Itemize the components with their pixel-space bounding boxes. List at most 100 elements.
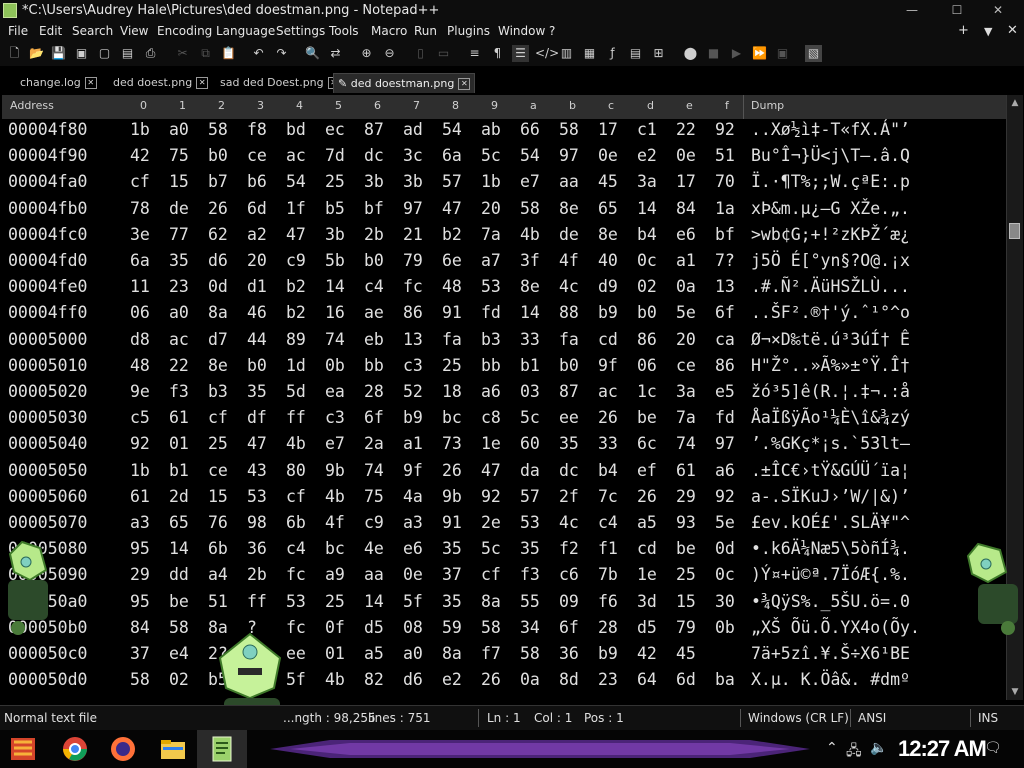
tab-ded-doestman[interactable]: ✎ ded doestman.png ✕ <box>333 73 476 93</box>
hex-byte[interactable]: 44 <box>247 330 267 349</box>
hex-byte[interactable]: b5 <box>325 199 345 218</box>
hex-byte[interactable]: 28 <box>598 618 618 637</box>
hex-byte[interactable]: 74 <box>325 330 345 349</box>
cut-icon[interactable]: ✂ <box>174 45 191 62</box>
hex-byte[interactable]: dc <box>559 461 579 480</box>
dump-text[interactable]: ..Xø½ì‡-T«fX.Á"’ <box>751 120 910 139</box>
hex-byte[interactable]: 57 <box>520 487 540 506</box>
hex-byte[interactable]: 0a <box>520 670 540 689</box>
hex-byte[interactable]: 47 <box>481 461 501 480</box>
hex-byte[interactable]: 58 <box>169 618 189 637</box>
zoom-out-icon[interactable]: ⊖ <box>381 45 398 62</box>
menu-view[interactable]: View <box>120 24 148 38</box>
dump-text[interactable]: „XŠ Õü.Õ.YX4o(Õy. <box>751 618 920 637</box>
hex-byte[interactable]: 53 <box>520 513 540 532</box>
hex-byte[interactable]: d6 <box>403 670 423 689</box>
dump-text[interactable]: ..ŠF².®†'ý.ˆ¹°^o <box>751 303 910 322</box>
play-macro-icon[interactable]: ▶ <box>728 45 745 62</box>
dump-text[interactable]: ÅaÏßÿÃo¹¼È\î&¾zý <box>751 408 910 427</box>
hex-byte[interactable]: 5e <box>715 513 735 532</box>
hex-byte[interactable]: f3 <box>169 382 189 401</box>
hex-byte[interactable]: b3 <box>208 382 228 401</box>
hex-byte[interactable]: b9 <box>598 644 618 663</box>
hex-byte[interactable]: 6d <box>247 199 267 218</box>
indent-guide-icon[interactable]: ☰ <box>512 45 529 62</box>
hex-byte[interactable]: be <box>637 408 657 427</box>
hex-byte[interactable]: 0e <box>676 146 696 165</box>
hex-byte[interactable]: 3a <box>676 382 696 401</box>
hex-byte[interactable]: 0a <box>676 277 696 296</box>
hex-byte[interactable]: 58 <box>520 644 540 663</box>
close-tab-icon[interactable]: ✕ <box>196 77 209 89</box>
menu-macro[interactable]: Macro <box>371 24 407 38</box>
hex-byte[interactable]: 14 <box>520 303 540 322</box>
hex-byte[interactable]: 3b <box>403 172 423 191</box>
hex-byte[interactable]: 35 <box>169 251 189 270</box>
hex-byte[interactable]: 14 <box>637 199 657 218</box>
hex-byte[interactable]: e6 <box>403 539 423 558</box>
hex-byte[interactable]: 5b <box>325 251 345 270</box>
hex-byte[interactable]: 53 <box>247 487 267 506</box>
hex-byte[interactable]: 0e <box>403 565 423 584</box>
menu-plugins[interactable]: Plugins <box>447 24 490 38</box>
hex-byte[interactable]: e7 <box>325 434 345 453</box>
hex-byte[interactable]: f3 <box>520 565 540 584</box>
hex-byte[interactable]: f6 <box>598 592 618 611</box>
hex-byte[interactable]: 0b <box>715 618 735 637</box>
hex-byte[interactable]: 70 <box>715 172 735 191</box>
dump-text[interactable]: )Ý¤+ü©ª.7ÏóÆ{.%. <box>751 565 910 584</box>
hex-byte[interactable]: 17 <box>598 120 618 139</box>
dump-text[interactable]: .±ÎC€›tŸ&GÚÜ´ïa¦ <box>751 461 910 480</box>
hex-byte[interactable]: 25 <box>208 434 228 453</box>
hex-byte[interactable]: 0c <box>637 251 657 270</box>
hex-byte[interactable]: 3f <box>520 251 540 270</box>
maximize-button[interactable]: ☐ <box>937 0 977 20</box>
menu-file[interactable]: File <box>8 24 28 38</box>
hex-byte[interactable]: 4a <box>403 487 423 506</box>
hex-byte[interactable]: c3 <box>325 408 345 427</box>
zoom-in-icon[interactable]: ⊕ <box>358 45 375 62</box>
hex-byte[interactable]: 06 <box>637 356 657 375</box>
hex-byte[interactable]: ac <box>598 382 618 401</box>
hex-byte[interactable]: e5 <box>715 382 735 401</box>
hex-byte[interactable]: 15 <box>169 172 189 191</box>
hex-byte[interactable]: 8e <box>208 356 228 375</box>
hex-byte[interactable]: 1b <box>481 172 501 191</box>
hex-byte[interactable]: 47 <box>442 199 462 218</box>
hex-byte[interactable]: 66 <box>520 120 540 139</box>
close-button[interactable]: ✕ <box>978 0 1018 20</box>
hex-byte[interactable]: 13 <box>403 330 423 349</box>
hex-byte[interactable]: ef <box>637 461 657 480</box>
tab-sad-ded-doest[interactable]: sad ded Doest.png✕ <box>220 73 340 92</box>
dump-text[interactable]: >wb¢G;+!²zKÞŽ´æ¿ <box>751 225 910 244</box>
hex-byte[interactable]: b9 <box>403 408 423 427</box>
hex-byte[interactable]: 54 <box>286 172 306 191</box>
hex-byte[interactable]: 7c <box>598 487 618 506</box>
hex-byte[interactable]: 5e <box>676 303 696 322</box>
hex-byte[interactable]: 73 <box>442 434 462 453</box>
hex-byte[interactable]: 4b <box>286 434 306 453</box>
hex-byte[interactable]: 25 <box>325 172 345 191</box>
hex-byte[interactable]: 74 <box>676 434 696 453</box>
hex-byte[interactable]: eb <box>364 330 384 349</box>
hex-byte[interactable]: fd <box>481 303 501 322</box>
hex-byte[interactable]: e2 <box>442 670 462 689</box>
hex-byte[interactable]: d8 <box>130 330 150 349</box>
hex-byte[interactable]: 1e <box>481 434 501 453</box>
hex-byte[interactable]: ba <box>715 670 735 689</box>
hex-byte[interactable]: 74 <box>364 461 384 480</box>
hex-byte[interactable]: 5f <box>403 592 423 611</box>
hex-byte[interactable]: d9 <box>598 277 618 296</box>
hex-byte[interactable]: a3 <box>403 513 423 532</box>
hex-byte[interactable]: c8 <box>481 408 501 427</box>
hex-byte[interactable]: cf <box>130 172 150 191</box>
hex-byte[interactable]: 64 <box>637 670 657 689</box>
hex-byte[interactable]: bd <box>286 120 306 139</box>
hex-byte[interactable]: 22 <box>676 120 696 139</box>
hex-byte[interactable]: 51 <box>715 146 735 165</box>
hex-byte[interactable]: 14 <box>364 592 384 611</box>
hex-byte[interactable]: 9b <box>325 461 345 480</box>
hex-byte[interactable]: 2b <box>364 225 384 244</box>
replace-icon[interactable]: ⇄ <box>327 45 344 62</box>
hex-byte[interactable]: 6b <box>286 513 306 532</box>
